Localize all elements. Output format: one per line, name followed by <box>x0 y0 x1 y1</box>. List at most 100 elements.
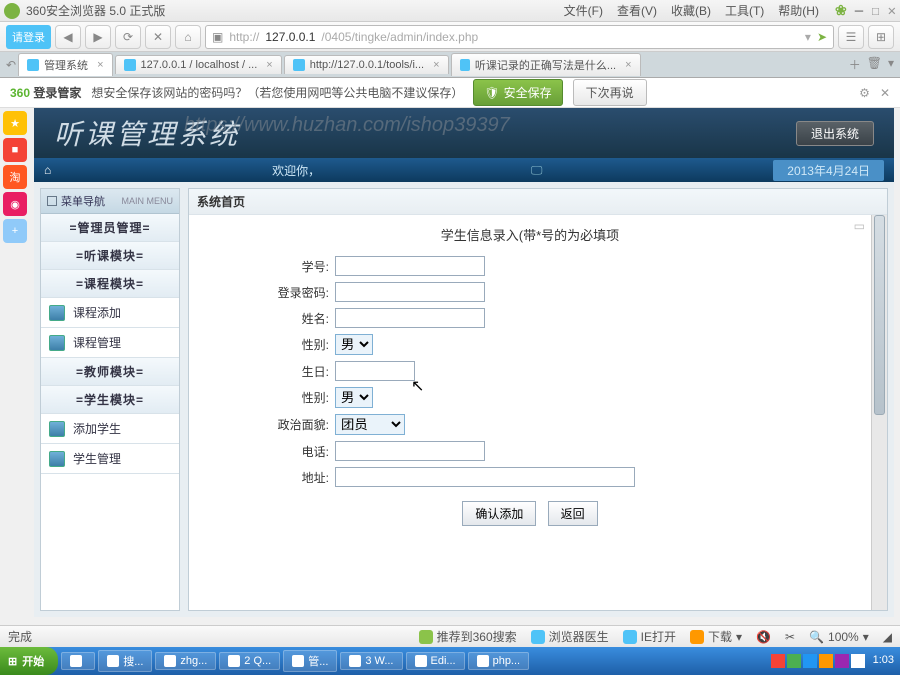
window-title: 360安全浏览器 5.0 正式版 <box>26 2 165 19</box>
skin-icon[interactable]: ❀ <box>835 2 847 19</box>
home-button[interactable]: ⌂ <box>175 25 201 49</box>
taskbar-item[interactable]: zhg... <box>155 652 216 670</box>
menu-fav[interactable]: 收藏(B) <box>665 0 717 21</box>
browser-sidebar-strip: ★ ■ 淘 ◉ + <box>0 108 30 246</box>
select-politics[interactable]: 团员 <box>335 414 405 435</box>
tab-label: http://127.0.0.1/tools/i... <box>310 59 424 71</box>
collapse-icon[interactable]: ▭ <box>854 219 865 233</box>
url-input[interactable] <box>484 30 799 44</box>
input-name[interactable] <box>335 308 485 328</box>
sidebar-item-add-student[interactable]: 添加学生 <box>41 414 179 444</box>
tray-icon[interactable] <box>819 654 833 668</box>
screen-icon[interactable]: 🖵 <box>531 163 543 178</box>
sidebar-item-manage-student[interactable]: 学生管理 <box>41 444 179 474</box>
close-tab-icon[interactable]: × <box>97 59 103 71</box>
browser-tab[interactable]: 127.0.0.1 / localhost / ...× <box>115 55 282 74</box>
stop-button[interactable]: ✕ <box>145 25 171 49</box>
menu-view[interactable]: 查看(V) <box>611 0 663 21</box>
tray-icon[interactable] <box>787 654 801 668</box>
input-student-no[interactable] <box>335 256 485 276</box>
close-tab-icon[interactable]: × <box>625 59 631 71</box>
taskbar-item[interactable]: 搜... <box>98 650 152 672</box>
resize-grip-icon[interactable]: ◢ <box>883 630 892 644</box>
close-tab-icon[interactable]: × <box>433 59 439 71</box>
save-password-button[interactable]: 🛡安全保存 <box>473 79 562 106</box>
settings-icon[interactable]: ⚙ <box>859 86 870 100</box>
browser-tab[interactable]: 听课记录的正确写法是什么...× <box>451 53 641 76</box>
input-phone[interactable] <box>335 441 485 461</box>
tray-icon[interactable] <box>835 654 849 668</box>
close-tab-icon[interactable]: × <box>266 59 272 71</box>
browser-tab[interactable]: 管理系统× <box>18 53 112 76</box>
minimize-button[interactable]: — <box>855 3 863 19</box>
taskbar-item[interactable]: Edi... <box>406 652 465 670</box>
home-icon[interactable]: ⌂ <box>44 163 51 177</box>
new-tab-button[interactable]: ＋ <box>849 56 861 73</box>
scrollbar[interactable] <box>871 215 887 610</box>
menu-file[interactable]: 文件(F) <box>558 0 609 21</box>
submit-button[interactable]: 确认添加 <box>462 501 536 526</box>
status-ie[interactable]: IE打开 <box>623 628 676 645</box>
shortcut-icon[interactable]: 淘 <box>3 165 27 189</box>
trash-icon[interactable]: 🗑 <box>867 56 882 73</box>
sidebar-group-course[interactable]: =课程模块= <box>41 270 179 298</box>
close-button[interactable]: ✕ <box>888 3 896 19</box>
tray-icon[interactable] <box>803 654 817 668</box>
taskbar-item[interactable]: 2 Q... <box>219 652 280 670</box>
sidebar-group-admin[interactable]: =管理员管理= <box>41 214 179 242</box>
system-tray[interactable]: 1:03 <box>765 654 900 668</box>
go-button[interactable]: ➤ <box>817 30 827 44</box>
start-button[interactable]: ⊞开始 <box>0 647 58 675</box>
mute-icon[interactable]: 🔇 <box>756 630 771 644</box>
select-gender2[interactable]: 男 <box>335 387 373 408</box>
dropdown-icon[interactable]: ▾ <box>805 30 811 44</box>
reload-button[interactable]: ⟳ <box>115 25 141 49</box>
label-birthday: 生日: <box>205 363 335 380</box>
taskbar-item[interactable] <box>61 652 95 670</box>
ext1-button[interactable]: ☰ <box>838 25 864 49</box>
forward-button[interactable]: ▶ <box>85 25 111 49</box>
maximize-button[interactable]: ☐ <box>871 3 879 19</box>
menu-help[interactable]: 帮助(H) <box>772 0 825 21</box>
tray-icon[interactable] <box>771 654 785 668</box>
select-gender1[interactable]: 男 <box>335 334 373 355</box>
sidebar-item-add-course[interactable]: 课程添加 <box>41 298 179 328</box>
sidebar-item-manage-course[interactable]: 课程管理 <box>41 328 179 358</box>
undo-tab-icon[interactable]: ↶ <box>6 58 16 72</box>
input-password[interactable] <box>335 282 485 302</box>
address-bar[interactable]: ▣ http://127.0.0.1/0405/tingke/admin/ind… <box>205 25 834 49</box>
sidebar-group-teacher[interactable]: =教师模块= <box>41 358 179 386</box>
status-search[interactable]: 推荐到360搜索 <box>419 628 517 645</box>
ext2-button[interactable]: ⊞ <box>868 25 894 49</box>
logout-button[interactable]: 退出系统 <box>796 121 874 146</box>
shortcut-icon[interactable]: ■ <box>3 138 27 162</box>
status-doctor[interactable]: 浏览器医生 <box>531 628 609 645</box>
download-icon <box>690 630 704 644</box>
back-button[interactable]: ◀ <box>55 25 81 49</box>
zoom-control[interactable]: 🔍100% ▾ <box>809 630 869 644</box>
browser-tab[interactable]: http://127.0.0.1/tools/i... × <box>284 55 449 74</box>
browser-login-button[interactable]: 请登录 <box>6 25 51 49</box>
capture-icon[interactable]: ✂ <box>785 630 795 644</box>
status-download[interactable]: 下载▾ <box>690 628 742 645</box>
weibo-icon[interactable]: ◉ <box>3 192 27 216</box>
sidebar-group-student[interactable]: =学生模块= <box>41 386 179 414</box>
back-button[interactable]: 返回 <box>548 501 598 526</box>
scrollbar-thumb[interactable] <box>874 215 885 415</box>
add-shortcut-icon[interactable]: + <box>3 219 27 243</box>
dismiss-icon[interactable]: ✕ <box>880 86 890 100</box>
later-button[interactable]: 下次再说 <box>573 79 647 106</box>
taskbar-item[interactable]: 3 W... <box>340 652 402 670</box>
menu-tools[interactable]: 工具(T) <box>719 0 770 21</box>
sidebar-group-listen[interactable]: =听课模块= <box>41 242 179 270</box>
tab-menu-icon[interactable]: ▾ <box>888 56 894 73</box>
input-address[interactable] <box>335 467 635 487</box>
input-birthday[interactable] <box>335 361 415 381</box>
app-sidebar: 菜单导航 MAIN MENU =管理员管理= =听课模块= =课程模块= 课程添… <box>40 188 180 611</box>
clock[interactable]: 1:03 <box>873 654 894 668</box>
taskbar-item[interactable]: php... <box>468 652 530 670</box>
app-header: 听课管理系统 https://www.huzhan.com/ishop39397… <box>34 108 894 158</box>
favorites-icon[interactable]: ★ <box>3 111 27 135</box>
taskbar-item[interactable]: 管... <box>283 650 337 672</box>
tray-icon[interactable] <box>851 654 865 668</box>
